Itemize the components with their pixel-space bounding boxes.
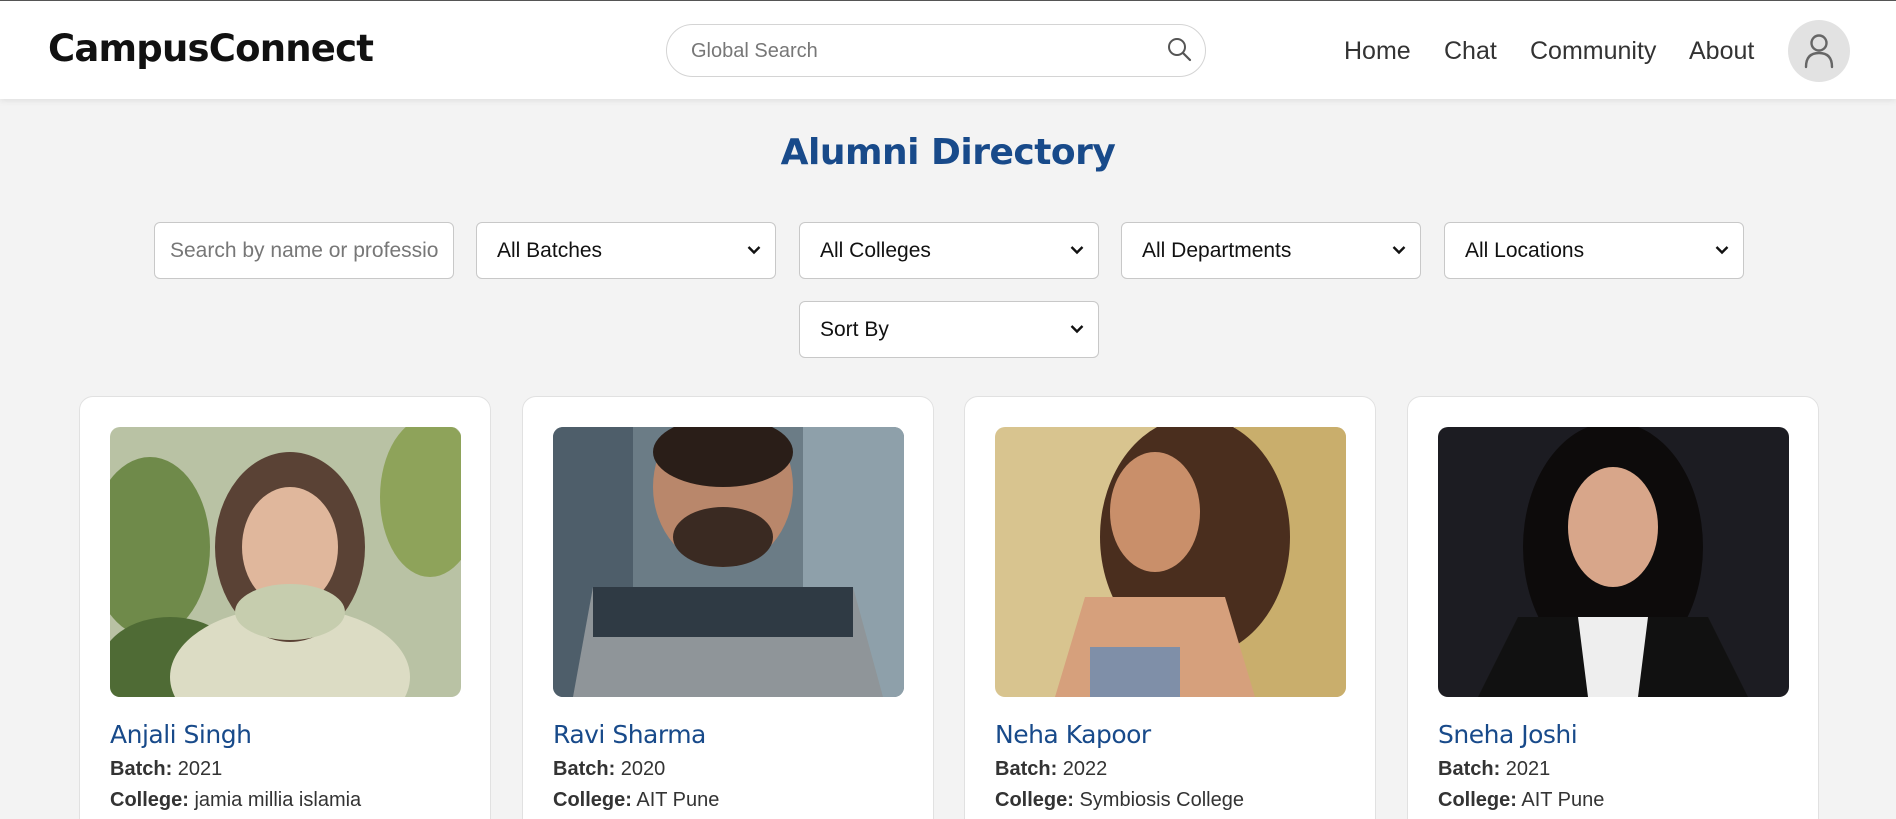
sort-select-value: Sort By bbox=[820, 318, 889, 341]
college-select-value: All Colleges bbox=[820, 239, 931, 262]
batch-value: 2021 bbox=[1505, 758, 1551, 780]
alumni-name[interactable]: Ravi Sharma bbox=[553, 720, 706, 749]
batch-select[interactable]: All Batches bbox=[476, 222, 776, 279]
alumni-batch: Batch: 2021 bbox=[1438, 758, 1550, 781]
alumni-batch: Batch: 2020 bbox=[553, 758, 665, 781]
location-select-value: All Locations bbox=[1465, 239, 1585, 262]
college-value: Symbiosis College bbox=[1079, 789, 1244, 811]
chevron-down-icon bbox=[747, 246, 761, 255]
alumni-photo bbox=[1438, 427, 1789, 697]
chevron-down-icon bbox=[1392, 246, 1406, 255]
chevron-down-icon bbox=[1070, 246, 1084, 255]
chevron-down-icon bbox=[1715, 246, 1729, 255]
alumni-name[interactable]: Anjali Singh bbox=[110, 720, 252, 749]
batch-label: Batch: bbox=[995, 758, 1058, 780]
user-icon bbox=[1804, 34, 1834, 69]
batch-label: Batch: bbox=[1438, 758, 1501, 780]
alumni-college: College: AIT Pune bbox=[1438, 789, 1604, 812]
college-label: College: bbox=[553, 789, 632, 811]
college-label: College: bbox=[1438, 789, 1517, 811]
department-select[interactable]: All Departments bbox=[1121, 222, 1421, 279]
nav-about[interactable]: About bbox=[1689, 37, 1754, 66]
nav-chat[interactable]: Chat bbox=[1444, 37, 1497, 66]
college-label: College: bbox=[995, 789, 1074, 811]
alumni-batch: Batch: 2022 bbox=[995, 758, 1107, 781]
global-search-box[interactable] bbox=[666, 24, 1206, 77]
college-value: AIT Pune bbox=[1521, 789, 1605, 811]
batch-label: Batch: bbox=[110, 758, 173, 780]
nav-home[interactable]: Home bbox=[1344, 37, 1411, 66]
alumni-name[interactable]: Neha Kapoor bbox=[995, 720, 1151, 749]
app-logo[interactable]: CampusConnect bbox=[48, 27, 374, 70]
alumni-card[interactable]: Ravi Sharma Batch: 2020 College: AIT Pun… bbox=[522, 396, 934, 819]
top-navbar: CampusConnect Home Chat Community About bbox=[0, 0, 1896, 99]
college-label: College: bbox=[110, 789, 189, 811]
search-icon[interactable] bbox=[1166, 36, 1192, 62]
batch-value: 2020 bbox=[620, 758, 666, 780]
alumni-search-input[interactable] bbox=[154, 222, 454, 279]
alumni-photo bbox=[110, 427, 461, 697]
college-value: AIT Pune bbox=[636, 789, 720, 811]
global-search-input[interactable] bbox=[691, 37, 1131, 65]
alumni-photo bbox=[553, 427, 904, 697]
alumni-college: College: AIT Pune bbox=[553, 789, 719, 812]
alumni-card[interactable]: Anjali Singh Batch: 2021 College: jamia … bbox=[79, 396, 491, 819]
chevron-down-icon bbox=[1070, 325, 1084, 334]
alumni-name[interactable]: Sneha Joshi bbox=[1438, 720, 1578, 749]
alumni-college: College: jamia millia islamia bbox=[110, 789, 361, 812]
user-avatar[interactable] bbox=[1788, 20, 1850, 82]
department-select-value: All Departments bbox=[1142, 239, 1292, 262]
alumni-photo bbox=[995, 427, 1346, 697]
alumni-card[interactable]: Sneha Joshi Batch: 2021 College: AIT Pun… bbox=[1407, 396, 1819, 819]
batch-select-value: All Batches bbox=[497, 239, 603, 262]
college-value: jamia millia islamia bbox=[194, 789, 362, 811]
alumni-batch: Batch: 2021 bbox=[110, 758, 222, 781]
alumni-card[interactable]: Neha Kapoor Batch: 2022 College: Symbios… bbox=[964, 396, 1376, 819]
nav-community[interactable]: Community bbox=[1530, 37, 1656, 66]
alumni-college: College: Symbiosis College bbox=[995, 789, 1244, 812]
batch-label: Batch: bbox=[553, 758, 616, 780]
college-select[interactable]: All Colleges bbox=[799, 222, 1099, 279]
batch-value: 2021 bbox=[177, 758, 223, 780]
location-select[interactable]: All Locations bbox=[1444, 222, 1744, 279]
sort-select[interactable]: Sort By bbox=[799, 301, 1099, 358]
page-title: Alumni Directory bbox=[780, 132, 1116, 173]
batch-value: 2022 bbox=[1062, 758, 1108, 780]
